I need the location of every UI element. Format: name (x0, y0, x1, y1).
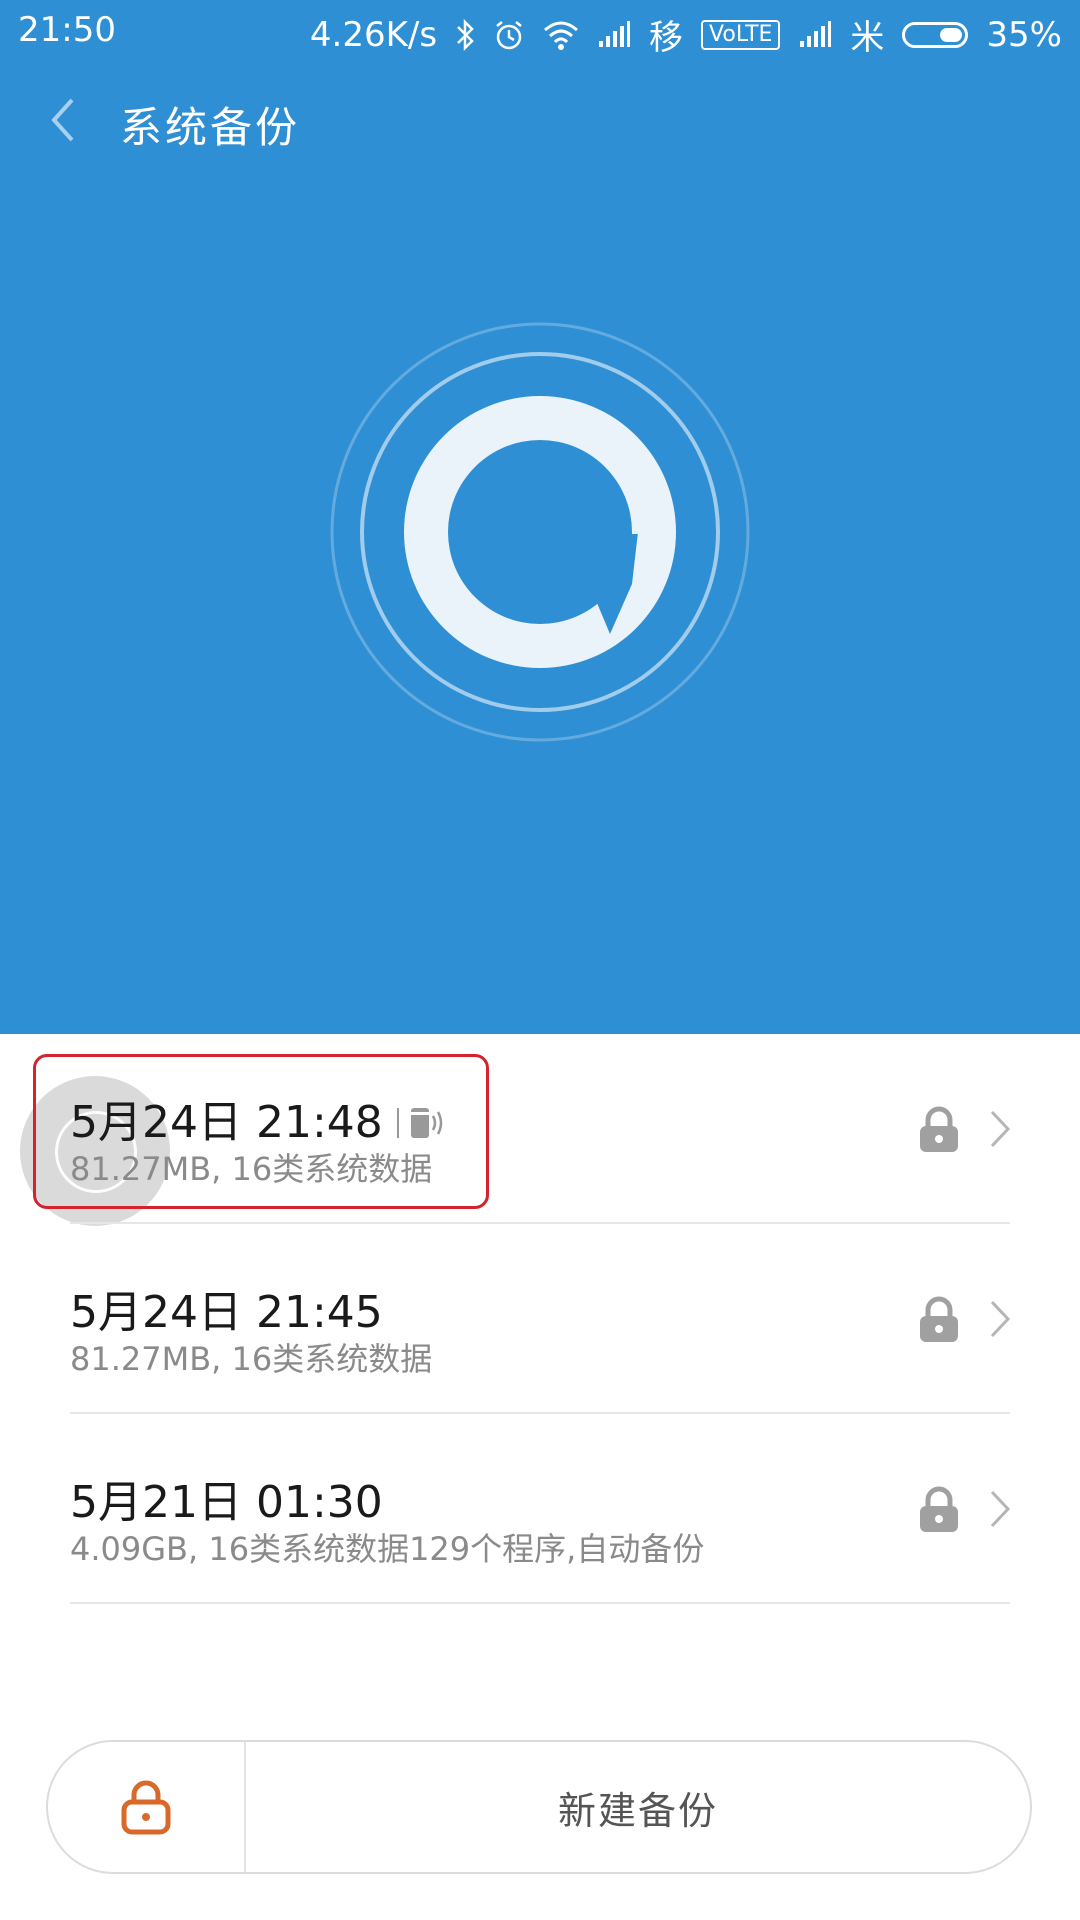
backup-subtitle: 4.09GB, 16类系统数据129个程序,自动备份 (70, 1530, 705, 1568)
signal-icon-1 (597, 15, 631, 55)
back-arrow-icon[interactable] (44, 92, 84, 148)
wifi-icon (543, 15, 579, 55)
lock-icon (918, 1486, 960, 1534)
list-item[interactable]: 5月24日 21:45 81.27MB, 16类系统数据 (0, 1224, 1080, 1414)
carrier-label: 移 (649, 18, 684, 58)
alarm-icon (493, 15, 525, 55)
toolbar: 系统备份 (0, 70, 1080, 170)
hero-banner: 21:50 4.26K/s 移 VoLTE 米 35% 系统备份 (0, 0, 1080, 1034)
list-item[interactable]: 5月21日 01:30 4.09GB, 16类系统数据129个程序,自动备份 (0, 1414, 1080, 1604)
backup-subtitle: 81.27MB, 16类系统数据 (70, 1150, 433, 1188)
chevron-right-icon (988, 1108, 1012, 1150)
backup-list: 5月24日 21:48 81.27MB, 16类系统数据 5月24日 21:45… (0, 1034, 1080, 1604)
encrypt-lock-button[interactable] (48, 1742, 244, 1872)
divider (70, 1602, 1010, 1604)
volte-badge: VoLTE (701, 19, 781, 50)
device-sound-icon (396, 1100, 445, 1151)
status-bar: 21:50 4.26K/s 移 VoLTE 米 35% (0, 0, 1080, 62)
list-item[interactable]: 5月24日 21:48 81.27MB, 16类系统数据 (0, 1034, 1080, 1226)
backup-title: 5月24日 21:48 (70, 1086, 445, 1151)
mi-label: 米 (850, 18, 885, 58)
lock-icon (918, 1296, 960, 1344)
bottom-action-bar: 新建备份 (46, 1740, 1032, 1874)
signal-icon-2 (798, 15, 832, 55)
chevron-right-icon (988, 1488, 1012, 1530)
backup-logo-icon (320, 312, 760, 752)
chevron-right-icon (988, 1298, 1012, 1340)
backup-title: 5月21日 01:30 (70, 1477, 383, 1528)
new-backup-button[interactable]: 新建备份 (246, 1742, 1030, 1872)
page-title: 系统备份 (120, 103, 301, 152)
lock-icon (918, 1106, 960, 1154)
backup-title: 5月24日 21:45 (70, 1287, 383, 1338)
backup-subtitle: 81.27MB, 16类系统数据 (70, 1340, 433, 1378)
battery-icon (902, 21, 969, 48)
bluetooth-icon (455, 15, 475, 55)
status-time: 21:50 (18, 10, 116, 50)
battery-percent: 35% (986, 14, 1062, 55)
net-speed: 4.26K/s (309, 14, 438, 55)
